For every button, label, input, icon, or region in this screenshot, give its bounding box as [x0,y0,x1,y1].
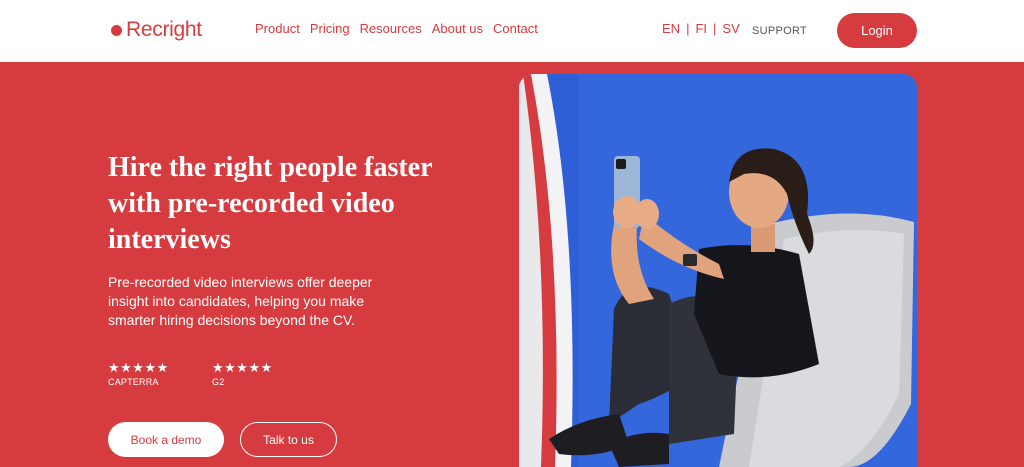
brand-logo[interactable]: Recright [111,18,202,42]
lang-separator: | [686,21,690,36]
hero-title: Hire the right people faster with pre-re… [108,152,433,255]
lang-en[interactable]: EN [662,21,680,36]
rating-capterra: ★★★★★ CAPTERRA [108,361,169,387]
rating-g2: ★★★★★ G2 [212,361,273,387]
lang-sv[interactable]: SV [722,21,739,36]
support-link[interactable]: SUPPORT [752,25,807,37]
lang-fi[interactable]: FI [695,21,707,36]
language-switcher: EN | FI | SV [662,21,740,36]
main-nav: Product Pricing Resources About us Conta… [255,21,538,36]
nav-pricing[interactable]: Pricing [310,21,350,36]
logo-dot-icon [111,24,122,36]
rating-source-label: CAPTERRA [108,377,159,387]
hero-photo [519,74,917,467]
site-header: Recright Product Pricing Resources About… [0,0,1024,62]
lang-separator: | [713,21,717,36]
star-rating-icon: ★★★★★ [212,360,273,375]
nav-about-us[interactable]: About us [432,21,483,36]
woman-recording-selfie-video-icon [519,74,917,467]
nav-resources[interactable]: Resources [360,21,422,36]
star-rating-icon: ★★★★★ [108,360,169,375]
talk-to-us-button[interactable]: Talk to us [240,422,337,457]
nav-product[interactable]: Product [255,21,300,36]
book-demo-button[interactable]: Book a demo [108,422,224,457]
login-button[interactable]: Login [837,13,917,48]
hero-subtitle: Pre-recorded video interviews offer deep… [108,274,373,328]
nav-contact[interactable]: Contact [493,21,538,36]
brand-name: Recright [126,18,202,41]
rating-source-label: G2 [212,377,225,387]
